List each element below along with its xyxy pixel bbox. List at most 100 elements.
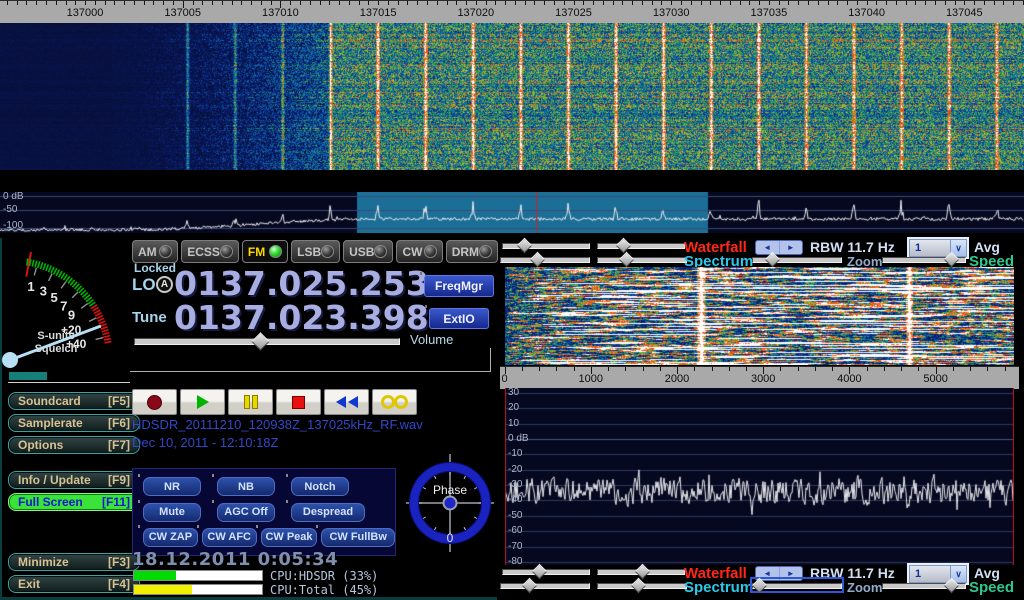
waterfall-level-slider-b[interactable]	[597, 565, 685, 577]
spectrum-level-slider-b-thumb[interactable]	[619, 252, 635, 268]
speed-slider-thumb[interactable]	[944, 252, 960, 268]
mode-button-row: AMECSSFMLSBUSBCW DRM	[132, 240, 498, 263]
s-meter: S-units Squelch 13579+20+40	[0, 240, 130, 370]
play-button[interactable]	[180, 389, 225, 415]
sidebar-item-full-screen[interactable]: Full Screen[F11]	[8, 493, 140, 511]
record-button[interactable]	[132, 389, 177, 415]
scale-tick	[241, 1, 242, 5]
tune-frequency-display[interactable]: 0137.023.398	[174, 301, 429, 334]
recording-timestamp: Dec 10, 2011 - 12:10:18Z	[132, 435, 278, 450]
sidebar-item-key: [F9]	[108, 473, 130, 487]
sidebar-item-options[interactable]: Options[F7]	[8, 436, 140, 454]
scale-tick	[417, 1, 418, 5]
scale-tick	[1005, 367, 1006, 371]
s-meter-tick	[38, 261, 40, 268]
mode-button-cw[interactable]: CW	[396, 240, 442, 263]
speed-label: Speed	[969, 580, 1014, 595]
mode-button-am[interactable]: AM	[132, 240, 178, 263]
waterfall-level-slider-a-thumb[interactable]	[517, 238, 533, 254]
audio-db-label: -70	[508, 542, 522, 552]
main-waterfall-display[interactable]	[0, 0, 1024, 170]
loop-button[interactable]	[372, 389, 417, 415]
speed-slider-thumb[interactable]	[944, 578, 960, 594]
waterfall-level-slider-b[interactable]	[597, 239, 685, 251]
scale-tick	[466, 1, 467, 5]
audio-waterfall-display[interactable]	[505, 267, 1014, 365]
scale-tick	[884, 367, 885, 371]
waterfall-level-slider-b-thumb[interactable]	[616, 238, 632, 254]
main-frequency-scale[interactable]: 1370001370051370101370151370201370251370…	[0, 0, 1024, 23]
pause-icon	[244, 395, 250, 409]
dsp-panel: NR NB Notch Mute AGC Off Despread CW ZAPCW AFC…	[132, 468, 396, 556]
audio-frequency-scale[interactable]: 010002000300040005000	[500, 366, 1019, 389]
cpu-hdsdr-text: CPU:HDSDR (33%)	[270, 569, 378, 583]
spectrum-level-slider-b[interactable]	[597, 253, 687, 265]
pause-button[interactable]	[228, 389, 273, 415]
sidebar-item-key: [F3]	[108, 555, 130, 569]
dsp-button-despread[interactable]: Despread	[291, 503, 365, 522]
audio-spectrum-display[interactable]: 3020100 dB-10-20-30-40-50-60-70-80	[505, 388, 1014, 565]
mode-button-lsb[interactable]: LSB	[291, 240, 340, 263]
scale-tick	[671, 1, 672, 5]
freqmgr-button[interactable]: FreqMgr	[424, 275, 494, 297]
extio-button[interactable]: ExtIO	[429, 308, 489, 329]
mode-button-drm[interactable]: DRM	[446, 240, 498, 263]
phase-indicator[interactable]: Phase 0	[404, 452, 496, 554]
mode-button-usb[interactable]: USB	[343, 240, 393, 263]
sidebar-item-exit[interactable]: Exit[F4]	[8, 575, 140, 593]
scale-tick	[447, 1, 448, 5]
audio-db-label: 30	[508, 388, 519, 398]
mode-button-label: DRM	[452, 245, 479, 259]
scale-tick	[729, 367, 730, 371]
sidebar-item-samplerate[interactable]: Samplerate[F6]	[8, 414, 140, 432]
s-meter-tick-label: 3	[40, 284, 47, 299]
zoom-slider[interactable]	[752, 253, 842, 265]
zoom-slider-thumb[interactable]	[765, 252, 781, 268]
zoom-slider[interactable]	[752, 579, 842, 591]
dsp-button-cw-peak[interactable]: CW Peak	[261, 528, 318, 547]
waterfall-level-slider-a-thumb[interactable]	[532, 564, 548, 580]
volume-slider[interactable]	[134, 334, 400, 348]
spectrum-level-slider-a-thumb[interactable]	[530, 252, 546, 268]
spectrum-level-slider-a-thumb[interactable]	[522, 578, 538, 594]
stop-button[interactable]	[276, 389, 321, 415]
dsp-button-cw-fullbw[interactable]: CW FullBw	[321, 528, 395, 547]
dsp-button-cw-zap[interactable]: CW ZAP	[143, 528, 198, 547]
dsp-button-agc-off[interactable]: AGC Off	[217, 503, 275, 522]
spectrum-level-slider-a[interactable]	[500, 579, 590, 591]
dsp-button-nr[interactable]: NR	[143, 477, 201, 496]
main-spectrum-display[interactable]: 0 dB -50 -100	[0, 192, 1024, 233]
zoom-slider-thumb[interactable]	[752, 578, 768, 594]
scale-tick	[608, 367, 609, 371]
spectrum-label: Spectrum	[684, 580, 753, 595]
scale-tick	[329, 1, 330, 5]
audio-db-label: -40	[508, 495, 522, 505]
rewind-button[interactable]	[324, 389, 369, 415]
mode-button-fm[interactable]: FM	[242, 240, 288, 263]
dsp-button-nb[interactable]: NB	[217, 477, 275, 496]
speed-slider[interactable]	[882, 253, 966, 265]
mode-button-ecss[interactable]: ECSS	[181, 240, 239, 263]
spectrum-level-slider-a[interactable]	[500, 253, 590, 265]
scale-tick	[349, 1, 350, 5]
sidebar-item-info-update[interactable]: Info / Update[F9]	[8, 471, 140, 489]
lo-auto-badge[interactable]: A	[156, 276, 173, 293]
spectrum-level-slider-b[interactable]	[597, 579, 687, 591]
avg-label: Avg	[974, 240, 1000, 254]
lo-frequency-display[interactable]: 0137.025.253	[174, 267, 429, 300]
sidebar-item-soundcard[interactable]: Soundcard[F5]	[8, 392, 140, 410]
dsp-button-notch[interactable]: Notch	[291, 477, 349, 496]
volume-slider-thumb[interactable]	[251, 332, 269, 350]
waterfall-level-slider-a[interactable]	[502, 565, 590, 577]
waterfall-level-slider-b-thumb[interactable]	[635, 564, 651, 580]
speed-slider[interactable]	[882, 579, 966, 591]
dsp-button-mute[interactable]: Mute	[143, 503, 201, 522]
scale-tick	[815, 367, 816, 371]
squelch-indicator[interactable]	[9, 372, 47, 380]
s-meter-tick-label: 5	[51, 290, 58, 305]
spectrum-level-slider-b-thumb[interactable]	[631, 578, 647, 594]
rx-controls-top: Waterfall◄►RBW 11.7 Hz1∨AvgSpectrumZoomS…	[500, 239, 1024, 266]
waterfall-level-slider-a[interactable]	[502, 239, 590, 251]
dsp-button-cw-afc[interactable]: CW AFC	[202, 528, 257, 547]
sidebar-item-minimize[interactable]: Minimize[F3]	[8, 553, 140, 571]
